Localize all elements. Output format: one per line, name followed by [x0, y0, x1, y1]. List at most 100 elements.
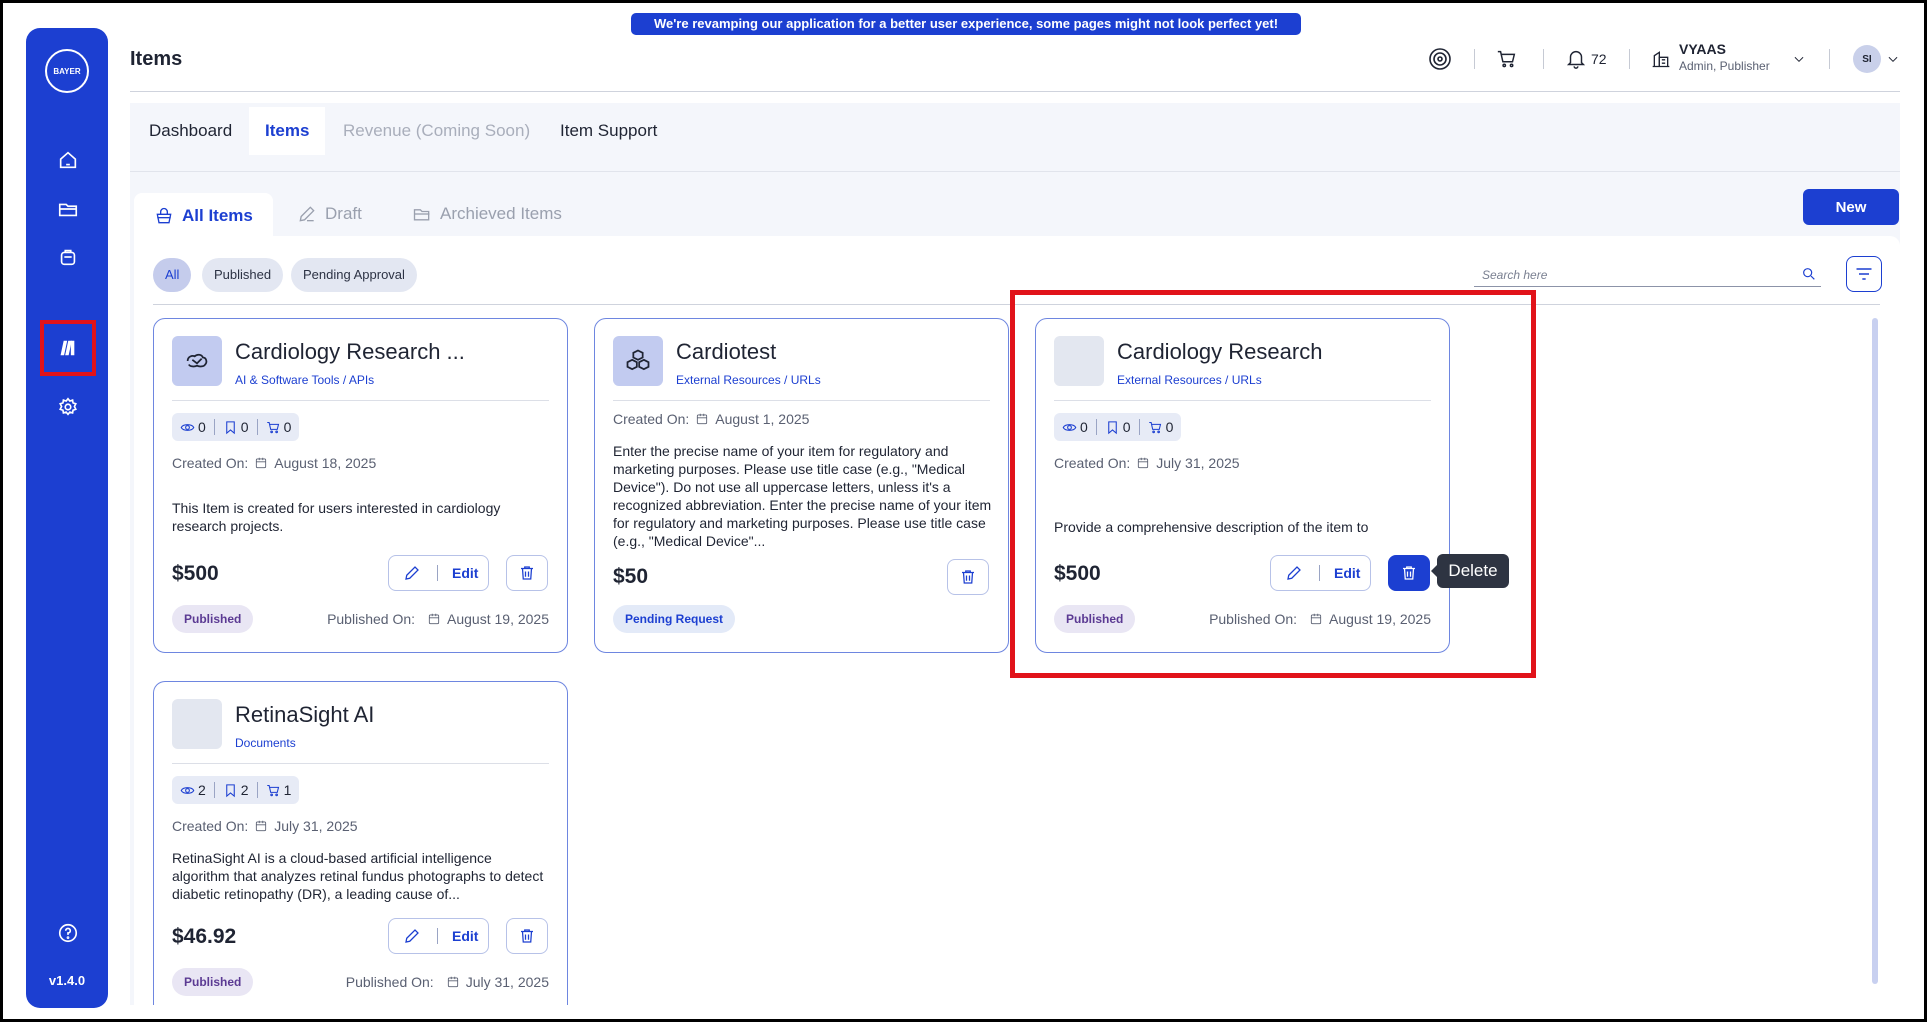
published-on: Published On: August 19, 2025 — [1209, 611, 1431, 627]
delete-button[interactable] — [1388, 555, 1430, 591]
bookmark-icon — [226, 420, 235, 434]
avatar[interactable]: SI — [1853, 45, 1881, 73]
help-icon[interactable] — [51, 916, 85, 950]
filter-chip-all[interactable]: All — [153, 258, 192, 292]
page-title: Items — [130, 48, 183, 70]
card-divider — [172, 400, 549, 401]
cart-icon — [1148, 421, 1161, 433]
item-card[interactable]: Cardiology Research External Resources /… — [1035, 318, 1450, 653]
eye-icon — [180, 786, 195, 794]
scrollbar[interactable] — [1872, 318, 1878, 984]
item-category: External Resources / URLs — [676, 373, 821, 387]
item-category: External Resources / URLs — [1117, 373, 1262, 387]
pencil-icon — [405, 929, 419, 943]
tab-dashboard[interactable]: Dashboard — [133, 107, 248, 155]
search-icon[interactable] — [1801, 266, 1817, 282]
chevron-down-icon[interactable] — [1791, 51, 1807, 67]
pencil-icon — [299, 206, 315, 222]
ai-brain-icon — [186, 353, 208, 368]
item-title[interactable]: Cardiology Research ... — [235, 339, 465, 365]
item-card[interactable]: Cardiology Research ... AI & Software To… — [153, 318, 568, 653]
subtab-draft[interactable]: Draft — [277, 193, 382, 235]
notifications-button[interactable]: 72 — [1565, 47, 1607, 71]
item-price: $500 — [1054, 562, 1101, 585]
calendar-icon — [1310, 613, 1322, 625]
delete-tooltip: Delete — [1431, 554, 1509, 588]
calendar-icon — [256, 457, 267, 469]
user-role: Admin, Publisher — [1679, 59, 1770, 73]
cubes-icon — [626, 349, 650, 371]
item-price: $46.92 — [172, 925, 237, 948]
trash-icon — [962, 570, 974, 584]
trash-icon — [521, 929, 533, 943]
item-stats: 0 0 0 — [172, 413, 300, 441]
folder-icon[interactable] — [51, 192, 85, 226]
bayer-logo[interactable]: BAYER — [45, 49, 89, 93]
calendar-icon — [697, 413, 708, 425]
bookmark-icon — [226, 783, 235, 797]
item-card[interactable]: Cardiotest External Resources / URLs Cre… — [594, 318, 1009, 653]
home-icon[interactable] — [51, 143, 85, 177]
panel-divider — [153, 304, 1880, 305]
catalog-icon[interactable] — [51, 331, 85, 365]
tabs-divider — [130, 171, 1900, 172]
bell-icon — [1566, 51, 1586, 69]
target-icon[interactable] — [1427, 46, 1453, 72]
item-title[interactable]: RetinaSight AI — [235, 702, 374, 728]
sidebar: BAYER v1.4.0 — [26, 28, 108, 1008]
calendar-icon — [1138, 457, 1149, 469]
filter-chip-published[interactable]: Published — [202, 258, 284, 292]
item-thumbnail — [1054, 336, 1104, 386]
header-divider-line — [130, 91, 1900, 92]
published-on: Published On: July 31, 2025 — [345, 974, 549, 990]
status-badge: Pending Request — [613, 605, 736, 633]
card-divider — [172, 763, 549, 764]
cart-icon — [266, 421, 279, 433]
filter-button[interactable] — [1846, 256, 1882, 292]
item-card[interactable]: RetinaSight AI Documents 2 2 1 Created O… — [153, 681, 568, 1005]
trash-icon — [521, 566, 533, 580]
bag-icon[interactable] — [51, 240, 85, 274]
item-description: RetinaSight AI is a cloud-based artifici… — [172, 850, 544, 902]
created-on: Created On: August 1, 2025 — [613, 411, 810, 427]
header-divider — [1629, 49, 1630, 69]
chevron-down-icon[interactable] — [1885, 51, 1901, 67]
cart-icon[interactable] — [1495, 47, 1519, 71]
app-window: BAYER v1.4.0 We're revamping our applica… — [3, 3, 1924, 1019]
edit-button[interactable]: Edit — [388, 918, 489, 954]
created-on: Created On: July 31, 2025 — [1054, 455, 1240, 471]
item-description: Provide a comprehensive description of t… — [1054, 519, 1369, 535]
tab-revenue[interactable]: Revenue (Coming Soon) — [327, 107, 546, 155]
new-item-button[interactable]: New — [1803, 189, 1899, 225]
edit-button[interactable]: Edit — [1270, 555, 1371, 591]
item-thumbnail — [172, 336, 222, 386]
tab-item-support[interactable]: Item Support — [544, 107, 673, 155]
status-badge: Published — [172, 605, 254, 633]
subtab-all-items[interactable]: All Items — [134, 193, 273, 238]
delete-button[interactable] — [947, 559, 989, 595]
eye-icon — [1062, 423, 1077, 431]
eye-icon — [180, 423, 195, 431]
edit-button[interactable]: Edit — [388, 555, 489, 591]
item-thumbnail — [172, 699, 222, 749]
gear-icon[interactable] — [51, 390, 85, 424]
search-input[interactable]: Search here — [1474, 260, 1821, 287]
subtab-archived-items[interactable]: Archieved Items — [392, 193, 582, 235]
folder-open-icon — [413, 209, 430, 221]
tab-items[interactable]: Items — [249, 107, 326, 155]
header-divider — [1474, 49, 1475, 69]
revamp-banner: We're revamping our application for a be… — [631, 13, 1301, 35]
item-title[interactable]: Cardiotest — [676, 339, 776, 365]
delete-button[interactable] — [506, 918, 548, 954]
card-divider — [1054, 400, 1431, 401]
filter-chip-pending-approval[interactable]: Pending Approval — [291, 258, 417, 292]
filter-icon — [1856, 268, 1872, 280]
user-account[interactable]: VYAAS Admin, Publisher — [1679, 41, 1770, 73]
item-category: Documents — [235, 736, 296, 750]
pencil-icon — [405, 566, 419, 580]
basket-icon — [156, 207, 172, 223]
item-title[interactable]: Cardiology Research — [1117, 339, 1322, 365]
trash-icon — [1403, 566, 1415, 580]
header-divider — [1543, 49, 1544, 69]
delete-button[interactable] — [506, 555, 548, 591]
